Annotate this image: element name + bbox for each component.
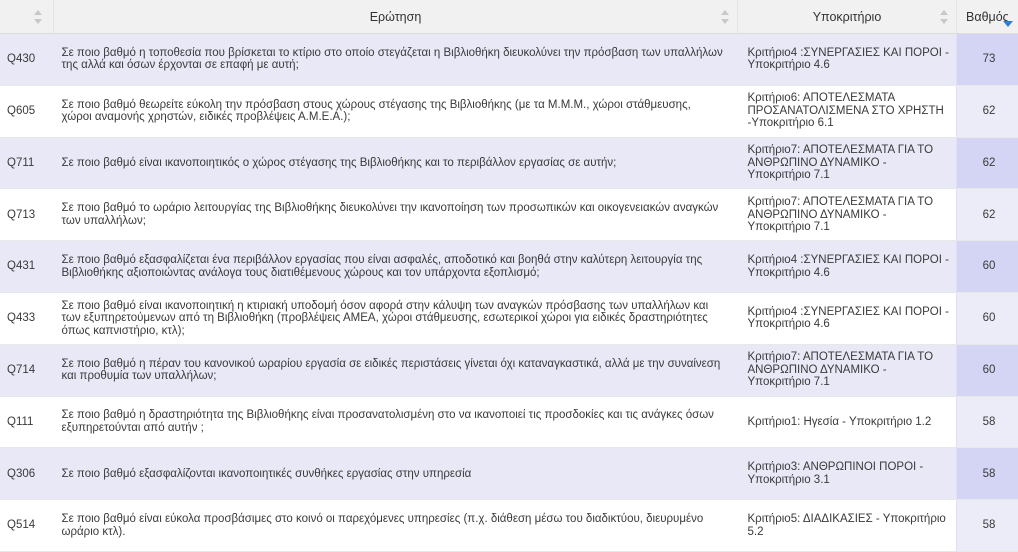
score-value: 62 [957, 189, 1018, 241]
criterion-text: Κριτήριο7: ΑΠΟΤΕΛΕΣΜΑΤΑ ΓΙΑ ΤΟ ΑΝΘΡΩΠΙΝΟ… [738, 137, 957, 189]
score-value: 60 [957, 292, 1018, 344]
question-code: Q111 [0, 396, 54, 448]
column-header-criterion[interactable]: Υποκριτήριο [738, 0, 957, 34]
sort-icon[interactable] [940, 10, 948, 24]
score-value: 62 [957, 137, 1018, 189]
question-code: Q430 [0, 34, 54, 86]
table-row[interactable]: Q430Σε ποιο βαθμό η τοποθεσία που βρίσκε… [0, 34, 1018, 86]
table-row[interactable]: Q514Σε ποιο βαθμό είναι εύκολα προσβάσιμ… [0, 500, 1018, 552]
criterion-text: Κριτήριο6: ΑΠΟΤΕΛΕΣΜΑΤΑ ΠΡΟΣΑΝΑΤΟΛΙΣΜΕΝΑ… [738, 85, 957, 137]
score-value: 60 [957, 241, 1018, 293]
question-text: Σε ποιο βαθμό το ωράριο λειτουργίας της … [54, 189, 738, 241]
table-row[interactable]: Q713Σε ποιο βαθμό το ωράριο λειτουργίας … [0, 189, 1018, 241]
table-row[interactable]: Q433Σε ποιο βαθμό είναι ικανοποιητική η … [0, 292, 1018, 344]
sort-descending-icon[interactable] [1003, 21, 1013, 27]
column-header-label: Υποκριτήριο [738, 10, 956, 24]
question-text: Σε ποιο βαθμό η τοποθεσία που βρίσκεται … [54, 34, 738, 86]
question-text: Σε ποιο βαθμό εξασφαλίζεται ένα περιβάλλ… [54, 241, 738, 293]
question-code: Q711 [0, 137, 54, 189]
question-code: Q431 [0, 241, 54, 293]
table-row[interactable]: Q711Σε ποιο βαθμό είναι ικανοποιητικός ο… [0, 137, 1018, 189]
table-header-row: Ερώτηση Υποκριτήριο Βαθμός [0, 0, 1018, 34]
question-text: Σε ποιο βαθμό η πέραν του κανονικού ωραρ… [54, 344, 738, 396]
table-row[interactable]: Q431Σε ποιο βαθμό εξασφαλίζεται ένα περι… [0, 241, 1018, 293]
questions-table: Ερώτηση Υποκριτήριο Βαθμός Q430Σε ποιο β… [0, 0, 1018, 552]
table-row[interactable]: Q111Σε ποιο βαθμό η δραστηριότητα της Βι… [0, 396, 1018, 448]
question-code: Q433 [0, 292, 54, 344]
score-value: 73 [957, 34, 1018, 86]
column-header-question[interactable]: Ερώτηση [54, 0, 738, 34]
column-header-label: Ερώτηση [54, 10, 737, 24]
question-code: Q514 [0, 500, 54, 552]
question-text: Σε ποιο βαθμό είναι ικανοποιητική η κτιρ… [54, 292, 738, 344]
question-code: Q713 [0, 189, 54, 241]
table-row[interactable]: Q714Σε ποιο βαθμό η πέραν του κανονικού … [0, 344, 1018, 396]
criterion-text: Κριτήριο7: ΑΠΟΤΕΛΕΣΜΑΤΑ ΓΙΑ ΤΟ ΑΝΘΡΩΠΙΝΟ… [738, 189, 957, 241]
criterion-text: Κριτήριο4 :ΣΥΝΕΡΓΑΣΙΕΣ ΚΑΙ ΠΟΡΟΙ - Υποκρ… [738, 34, 957, 86]
criterion-text: Κριτήριο4 :ΣΥΝΕΡΓΑΣΙΕΣ ΚΑΙ ΠΟΡΟΙ - Υποκρ… [738, 241, 957, 293]
question-code: Q714 [0, 344, 54, 396]
criterion-text: Κριτήριο5: ΔΙΑΔΙΚΑΣΙΕΣ - Υποκριτήριο 5.2 [738, 500, 957, 552]
criterion-text: Κριτήριο1: Ηγεσία - Υποκριτήριο 1.2 [738, 396, 957, 448]
question-text: Σε ποιο βαθμό θεωρείτε εύκολη την πρόσβα… [54, 85, 738, 137]
criterion-text: Κριτήριο7: ΑΠΟΤΕΛΕΣΜΑΤΑ ΓΙΑ ΤΟ ΑΝΘΡΩΠΙΝΟ… [738, 344, 957, 396]
column-header-code[interactable] [0, 0, 54, 34]
score-value: 60 [957, 344, 1018, 396]
criterion-text: Κριτήριο4 :ΣΥΝΕΡΓΑΣΙΕΣ ΚΑΙ ΠΟΡΟΙ - Υποκρ… [738, 292, 957, 344]
question-code: Q605 [0, 85, 54, 137]
sort-icon[interactable] [721, 10, 729, 24]
sort-icon[interactable] [34, 10, 42, 24]
question-text: Σε ποιο βαθμό η δραστηριότητα της Βιβλιο… [54, 396, 738, 448]
table-row[interactable]: Q605Σε ποιο βαθμό θεωρείτε εύκολη την πρ… [0, 85, 1018, 137]
column-header-score[interactable]: Βαθμός [957, 0, 1018, 34]
score-value: 58 [957, 500, 1018, 552]
question-text: Σε ποιο βαθμό είναι εύκολα προσβάσιμες σ… [54, 500, 738, 552]
question-text: Σε ποιο βαθμό είναι ικανοποιητικός ο χώρ… [54, 137, 738, 189]
score-value: 58 [957, 396, 1018, 448]
score-value: 62 [957, 85, 1018, 137]
table-body: Q430Σε ποιο βαθμό η τοποθεσία που βρίσκε… [0, 34, 1018, 552]
